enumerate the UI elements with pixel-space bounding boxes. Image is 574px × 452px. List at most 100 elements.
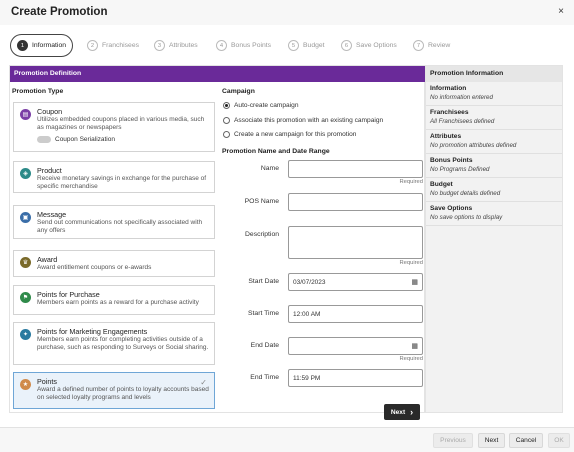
radio-label: Create a new campaign for this promotion (234, 131, 357, 138)
coupon-serialization-label: Coupon Serialization (55, 136, 115, 144)
radio-circle (223, 102, 230, 109)
radio-create-new-campaign[interactable]: Create a new campaign for this promotion (223, 131, 356, 138)
step-attributes[interactable]: 3 Attributes (154, 34, 198, 57)
next-step-button[interactable]: Next › (384, 404, 420, 420)
step-franchisees[interactable]: 2 Franchisees (87, 34, 139, 57)
info-item-attributes: Attributes No promotion attributes define… (426, 130, 562, 154)
ok-button[interactable]: OK (548, 433, 570, 448)
dialog-title: Create Promotion (11, 6, 108, 18)
info-title: Information (430, 85, 467, 92)
type-title: Message (37, 210, 67, 219)
engagement-icon: ✦ (20, 329, 31, 340)
info-item-information: Information No information entered (426, 82, 562, 106)
info-value: No Programs Defined (430, 166, 490, 173)
radio-label: Associate this promotion with an existin… (234, 117, 384, 124)
type-card-points[interactable]: ★ ✓ Points Award a defined number of poi… (13, 372, 215, 409)
type-title: Points for Purchase (37, 290, 100, 299)
step-label: Information (32, 42, 67, 49)
type-title: Points for Marketing Engagements (37, 327, 148, 336)
chevron-right-icon: › (410, 407, 414, 417)
product-icon: ◈ (20, 168, 31, 179)
type-desc: Members earn points as a reward for a pu… (37, 299, 199, 306)
end-date-input[interactable]: ▦ (288, 337, 423, 355)
start-date-input[interactable]: 03/07/2023 ▦ (288, 273, 423, 291)
start-date-value: 03/07/2023 (293, 278, 326, 286)
step-budget[interactable]: 5 Budget (288, 34, 325, 57)
type-card-points-for-purchase[interactable]: ⚑ Points for Purchase Members earn point… (13, 285, 215, 315)
step-label: Franchisees (102, 42, 140, 49)
coupon-serialization-row: Coupon Serialization (37, 136, 209, 143)
close-icon[interactable]: × (558, 6, 564, 17)
type-card-message[interactable]: ▣ Message Send out communications not sp… (13, 205, 215, 239)
previous-button[interactable]: Previous (433, 433, 473, 448)
description-label: Description (245, 231, 279, 238)
description-textarea[interactable] (288, 226, 423, 259)
end-date-required: Required (399, 356, 423, 362)
next-step-label: Next (390, 408, 406, 416)
step-label: Bonus Points (231, 42, 272, 49)
end-time-input[interactable]: 11:59 PM (288, 369, 423, 387)
radio-circle (223, 131, 230, 138)
type-desc: Receive monetary savings in exchange for… (37, 175, 207, 190)
info-value: No save options to display (430, 214, 503, 221)
coupon-serialization-toggle[interactable] (37, 136, 51, 143)
step-review[interactable]: 7 Review (413, 34, 450, 57)
name-input[interactable] (288, 160, 423, 178)
pos-name-label: POS Name (244, 198, 279, 205)
type-desc: Members earn points for completing activ… (37, 336, 209, 351)
cancel-button[interactable]: Cancel (509, 433, 543, 448)
name-date-title: Promotion Name and Date Range (222, 148, 330, 155)
step-number: 6 (341, 40, 352, 51)
step-label: Budget (303, 42, 325, 49)
step-number: 1 (17, 40, 28, 51)
award-icon: ♛ (20, 257, 31, 268)
flag-icon: ⚑ (20, 292, 31, 303)
type-card-award[interactable]: ♛ Award Award entitlement coupons or e-a… (13, 250, 215, 277)
selected-check-icon: ✓ (200, 378, 207, 387)
step-information[interactable]: 1 Information (10, 34, 74, 57)
info-title: Bonus Points (430, 157, 473, 164)
star-icon: ★ (20, 379, 31, 390)
radio-associate-existing-campaign[interactable]: Associate this promotion with an existin… (223, 117, 383, 124)
step-number: 4 (216, 40, 227, 51)
description-required: Required (399, 260, 423, 266)
title-bar: Create Promotion × (0, 0, 574, 25)
radio-circle (223, 117, 230, 124)
type-desc: Award a defined number of points to loya… (37, 386, 209, 401)
type-title: Product (37, 166, 62, 175)
radio-auto-create-campaign[interactable]: Auto-create campaign (223, 102, 299, 109)
type-title: Points (37, 377, 57, 386)
end-date-label: End Date (250, 342, 279, 349)
info-title: Franchisees (430, 109, 469, 116)
next-button[interactable]: Next (478, 433, 505, 448)
step-bonus-points[interactable]: 4 Bonus Points (216, 34, 271, 57)
wizard-steps: 1 Information 2 Franchisees 3 Attributes 4B… (10, 34, 570, 57)
step-label: Attributes (169, 42, 198, 49)
step-label: Review (428, 42, 451, 49)
info-item-franchisees: Franchisees All Franchisees defined (426, 106, 562, 130)
type-desc: Send out communications not specifically… (37, 219, 203, 234)
info-item-bonus-points: Bonus Points No Programs Defined (426, 154, 562, 178)
info-item-budget: Budget No budget details defined (426, 178, 562, 202)
type-card-coupon[interactable]: ▤ Coupon Utilizes embedded coupons place… (13, 102, 215, 152)
step-save-options[interactable]: 6 Save Options (341, 34, 397, 57)
promotion-information-panel: Promotion Information Information No info… (425, 65, 563, 413)
info-title: Attributes (430, 133, 462, 140)
step-number: 5 (288, 40, 299, 51)
campaign-title: Campaign (222, 88, 255, 95)
calendar-icon[interactable]: ▦ (411, 342, 418, 350)
start-time-input[interactable]: 12:00 AM (288, 305, 423, 323)
type-card-points-for-marketing-engagements[interactable]: ✦ Points for Marketing Engagements Membe… (13, 322, 215, 365)
type-desc: Utilizes embedded coupons placed in vari… (37, 116, 205, 131)
step-number: 2 (87, 40, 98, 51)
step-number: 7 (413, 40, 424, 51)
promotion-definition-panel: Promotion Definition Promotion Type ▤ Co… (9, 65, 425, 420)
pos-name-input[interactable] (288, 193, 423, 211)
radio-label: Auto-create campaign (234, 102, 299, 109)
create-promotion-dialog: Create Promotion × 1 Information 2 Franchi… (0, 0, 574, 452)
promotion-information-header: Promotion Information (426, 66, 562, 82)
type-card-product[interactable]: ◈ Product Receive monetary savings in ex… (13, 161, 215, 193)
info-value: No information entered (430, 94, 493, 101)
calendar-icon[interactable]: ▦ (411, 278, 418, 286)
info-title: Save Options (430, 205, 473, 212)
